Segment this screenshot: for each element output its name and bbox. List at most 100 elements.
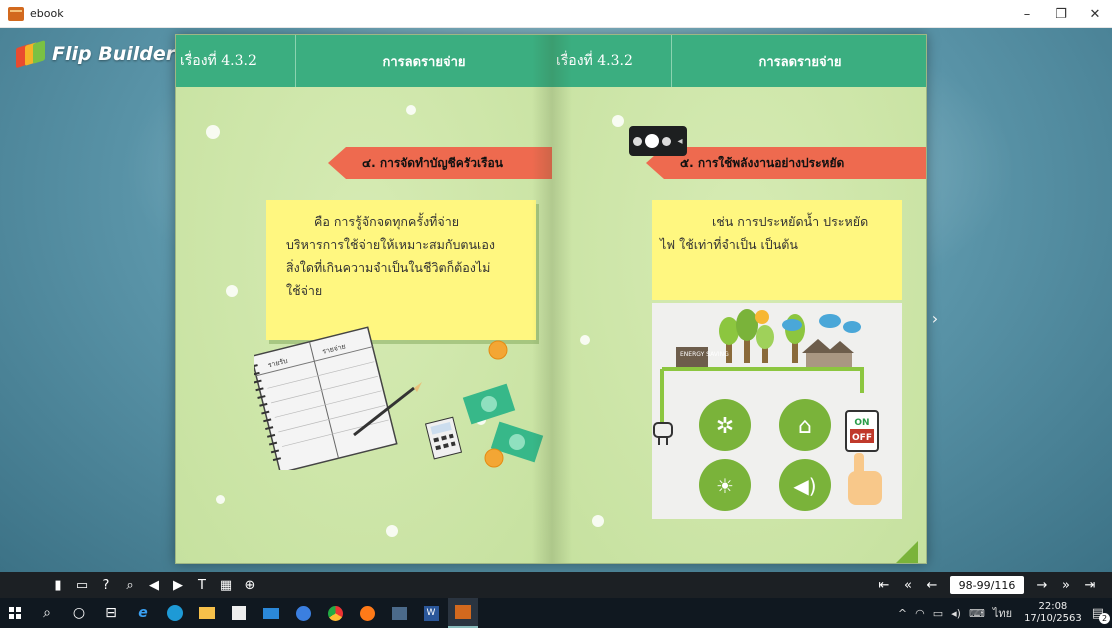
internet-explorer-icon[interactable]: e [128,598,158,628]
energy-saving-illustration: ENERGY SAVING ✲ ⌂ ☀ ◀) ON OFF [652,303,902,519]
zoom-button[interactable]: ⊕ [238,574,262,596]
lesson-number: เรื่องที่ 4.3.2 [176,35,296,87]
windows-taskbar: ⌕ ○ ⊟ e W ^ ◠ ▭ ◂) ⌨ ไทย 22:08 17/10/256… [0,598,1112,628]
next-button[interactable]: » [1054,574,1078,596]
next-page-button[interactable]: → [1030,574,1054,596]
maximize-button[interactable]: ❐ [1044,0,1078,28]
note-line: บริหารการใช้จ่ายให้เหมาะสมกับตนเอง [286,237,495,252]
lesson-topic: การลดรายจ่าย [758,54,842,70]
volume-icon[interactable]: ◂) [951,607,961,620]
lesson-topic: การลดรายจ่าย [382,54,466,70]
window-title: ebook [30,7,64,20]
left-page[interactable]: เรื่องที่ 4.3.2 การลดรายจ่าย ๔. การจัดทำ… [176,35,552,563]
first-page-button[interactable]: ⇤ [872,574,896,596]
window-titlebar: ebook – ❐ ✕ [0,0,1112,28]
search-button[interactable]: ⌕ [118,574,142,596]
forward-icon[interactable] [662,136,672,146]
note-line: คือ การรู้จักจดทุกครั้งที่จ่าย [314,214,460,229]
minimize-button[interactable]: – [1010,0,1044,28]
text-button[interactable]: T [190,574,214,596]
energy-label: ENERGY SAVING [680,351,729,358]
store-icon[interactable] [224,598,254,628]
hand-icon [848,453,882,505]
mail-icon[interactable] [256,598,286,628]
right-page-header: เรื่องที่ 4.3.2 การลดรายจ่าย [552,35,926,87]
word-icon[interactable]: W [416,598,446,628]
flipbook-stage: Flip Builder ‹ › เรื่องที่ 4.3.2 การลดรา… [0,28,1112,572]
rewind-icon[interactable] [633,136,643,146]
ebook-app-icon [8,6,24,21]
close-button[interactable]: ✕ [1078,0,1112,28]
next-page-arrow[interactable]: › [930,308,940,328]
file-explorer-icon[interactable] [192,598,222,628]
edge-icon[interactable] [160,598,190,628]
switch-off-label: OFF [852,433,872,443]
last-page-button[interactable]: ⇥ [1078,574,1102,596]
left-sticky-note: คือ การรู้จักจดทุกครั้งที่จ่าย บริหารการ… [266,200,536,340]
help-button[interactable]: ? [94,574,118,596]
account-book-illustration: รายรับ รายจ่าย [254,326,544,470]
svg-text:✲: ✲ [716,414,734,439]
fan-icon: ✲ [699,399,751,451]
cortana-icon[interactable]: ○ [64,598,94,628]
clock-time: 22:08 [1038,601,1068,612]
search-icon[interactable]: ⌕ [32,598,62,628]
on-off-switch-icon: ON OFF [845,410,879,452]
page-curl-icon[interactable] [894,541,918,564]
note-line: ใช้จ่าย [286,283,323,298]
flipbook-toolbar: ▮ ▭ ? ⌕ ◀ ▶ T ▦ ⊕ ⇤ « ← 98-99/116 → » ⇥ [0,572,1112,598]
clock-date: 17/10/2563 [1024,613,1082,624]
sound-button[interactable]: ◀ [142,574,166,596]
audio-player[interactable]: ◂ [629,126,687,156]
svg-text:⌂: ⌂ [798,414,812,439]
photos-icon[interactable] [384,598,414,628]
right-page[interactable]: เรื่องที่ 4.3.2 การลดรายจ่าย ๕. การใช้พล… [552,35,926,564]
toolbar-left-group: ▮ ▭ ? ⌕ ◀ ▶ T ▦ ⊕ [46,574,262,596]
logo-text: Flip Builder [52,43,176,65]
thumbnails-button[interactable]: ▦ [214,574,238,596]
start-button[interactable] [0,598,30,628]
switch-on-label: ON [854,418,869,428]
volume-icon[interactable]: ◂ [677,136,682,147]
lesson-number: เรื่องที่ 4.3.2 [552,35,672,87]
sun-icon [755,310,769,324]
home-icon: ⌂ [779,399,831,451]
note-line: ไฟ ใช้เท่าที่จำเป็น เป็นต้น [660,237,798,252]
flip-builder-logo-icon [14,40,48,69]
task-view-icon[interactable]: ⊟ [96,598,126,628]
banknote-icon [462,383,544,463]
play-button[interactable] [645,134,660,148]
input-language[interactable]: ไทย [993,604,1012,622]
section-ribbon: ๔. การจัดทำบัญชีครัวเรือน [328,147,552,179]
notifications-icon[interactable]: ▤ 2 [1092,606,1110,624]
plug-icon [653,422,673,445]
notification-count: 2 [1099,612,1110,624]
svg-text:◀): ◀) [793,474,816,498]
speaker-icon: ◀) [779,459,831,511]
section-ribbon: ๕. การใช้พลังงานอย่างประหยัด [646,147,926,179]
firefox-icon[interactable] [352,598,382,628]
flipbook[interactable]: เรื่องที่ 4.3.2 การลดรายจ่าย ๔. การจัดทำ… [175,34,927,564]
chrome-icon[interactable] [320,598,350,628]
calculator-icon [424,416,463,460]
browser-icon[interactable] [288,598,318,628]
clock[interactable]: 22:08 17/10/2563 [1024,601,1082,625]
keyboard-icon[interactable]: ⌨ [969,607,985,620]
network-icon[interactable]: ◠ [915,607,925,620]
bookmark-button[interactable]: ▮ [46,574,70,596]
toolbar-right-group: ⇤ « ← 98-99/116 → » ⇥ [872,574,1102,596]
show-hidden-icons-icon[interactable]: ^ [898,607,907,620]
page-indicator[interactable]: 98-99/116 [950,576,1024,594]
table-of-contents-button[interactable]: ▭ [70,574,94,596]
prev-page-button[interactable]: ← [920,574,944,596]
battery-icon[interactable]: ▭ [933,607,943,620]
house-icon [802,339,854,367]
right-sticky-note: เช่น การประหยัดน้ำ ประหยัด ไฟ ใช้เท่าที่… [652,200,902,300]
note-line: เช่น การประหยัดน้ำ ประหยัด [712,214,869,229]
note-line: สิ่งใดที่เกินความจำเป็นในชีวิตก็ต้องไม่ [286,260,491,275]
previous-button[interactable]: « [896,574,920,596]
autoflip-button[interactable]: ▶ [166,574,190,596]
ebook-taskbar-icon[interactable] [448,598,478,628]
svg-text:☀: ☀ [716,474,734,498]
left-page-header: เรื่องที่ 4.3.2 การลดรายจ่าย [176,35,552,87]
